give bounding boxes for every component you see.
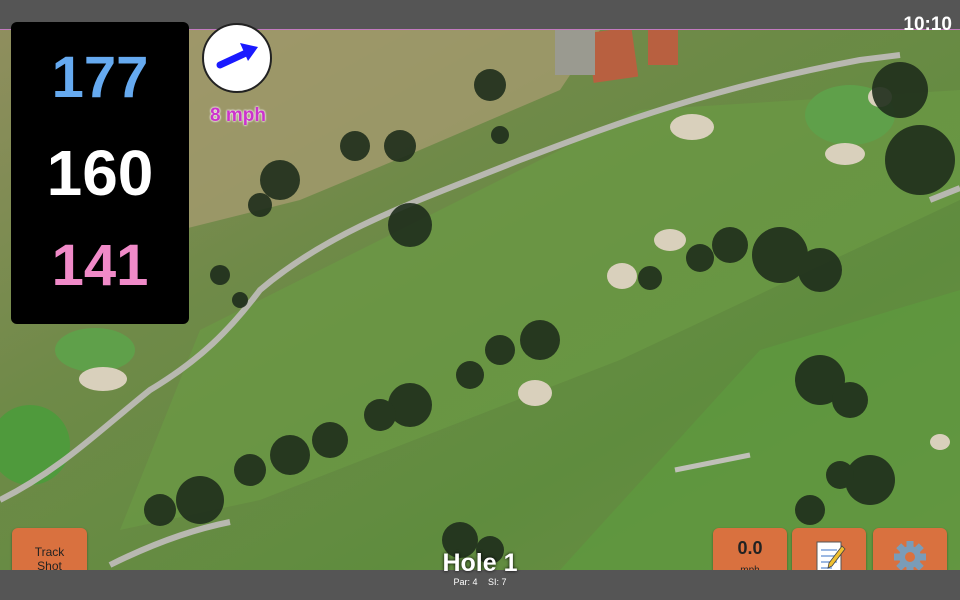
hole-par: Par: 4 — [453, 577, 478, 587]
hole-info: Par: 4 SI: 7 — [380, 577, 580, 587]
wind-indicator — [202, 23, 272, 93]
hole-title: Hole 1 — [442, 549, 518, 577]
back-distance: 177 — [51, 45, 149, 110]
speed-value: 0.0 — [737, 538, 763, 558]
clock: 10:10 — [903, 14, 952, 35]
track-shot-label-line1: Track — [34, 545, 65, 559]
distance-panel: 177 160 141 — [11, 22, 189, 324]
front-distance: 141 — [51, 233, 149, 298]
middle-distance: 160 — [46, 137, 154, 209]
hole-stroke-index: SI: 7 — [488, 577, 507, 587]
wind-speed: 8 mph — [210, 105, 266, 126]
arrow-right-icon — [216, 43, 258, 69]
